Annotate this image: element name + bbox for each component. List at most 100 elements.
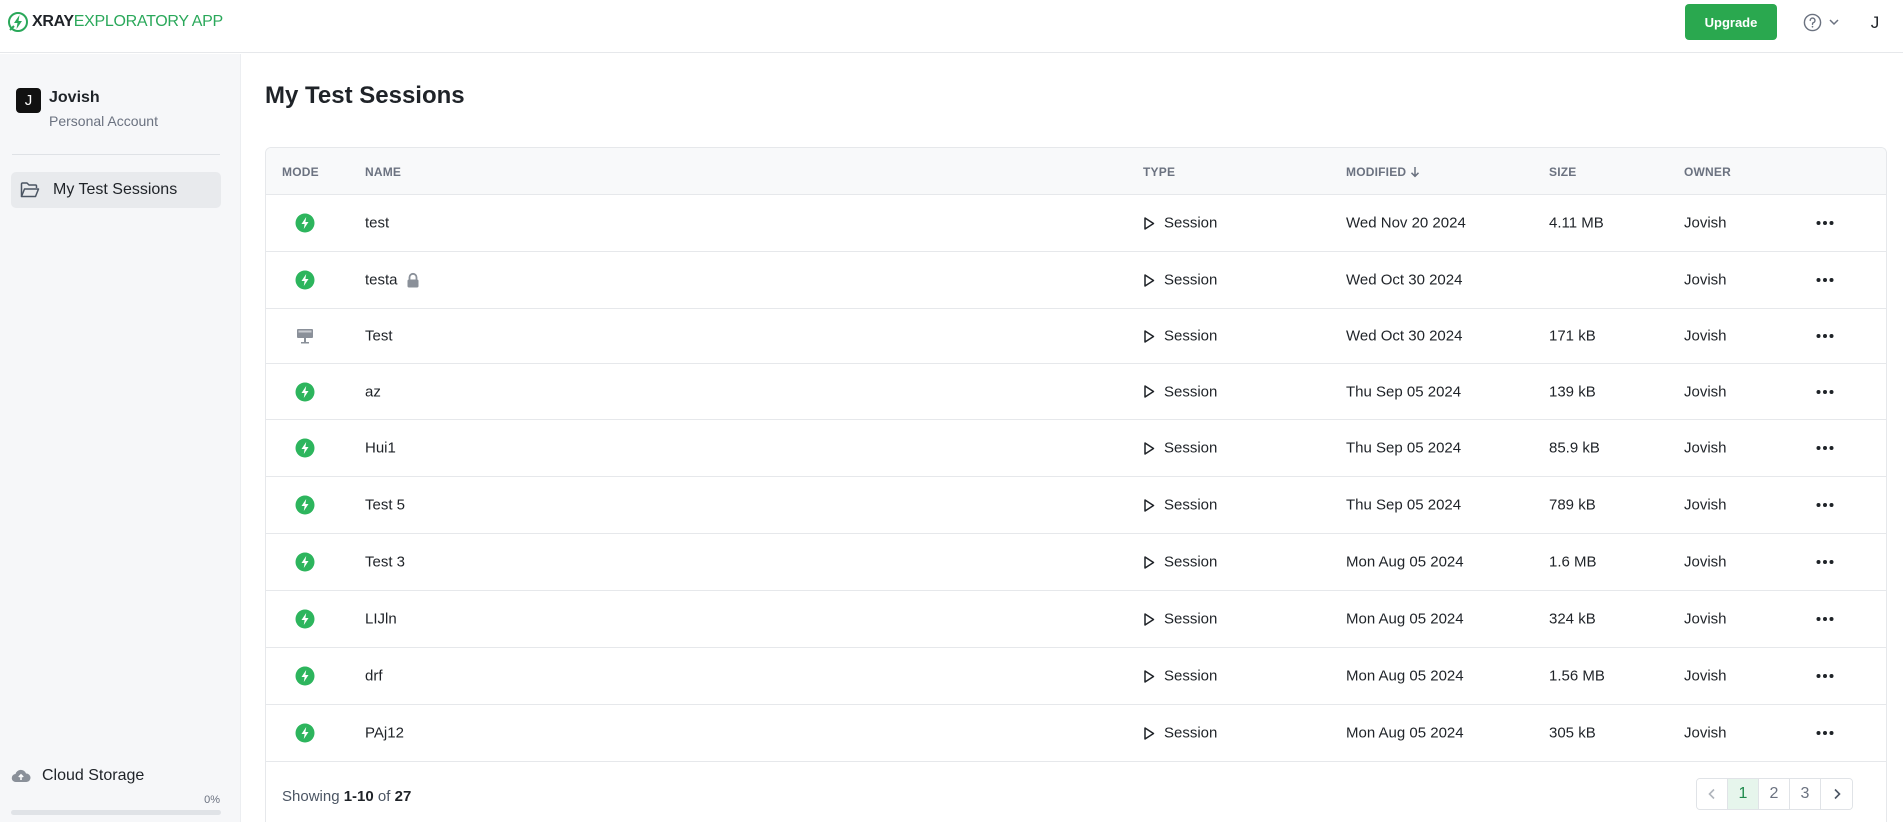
more-horizontal-icon xyxy=(1816,617,1834,621)
row-actions-button[interactable] xyxy=(1816,389,1834,395)
row-modified: Wed Oct 30 2024 xyxy=(1346,327,1463,345)
row-size: 171 kB xyxy=(1549,327,1596,345)
page-button-1[interactable]: 1 xyxy=(1728,779,1759,809)
row-name[interactable]: Test 3 xyxy=(365,554,405,571)
table-row[interactable]: Test 5 Session Thu Sep 05 2024 789 kB Jo… xyxy=(266,477,1886,534)
table-row[interactable]: testa Session Wed Oct 30 2024 Jovish xyxy=(266,252,1886,309)
row-name[interactable]: PAj12 xyxy=(365,725,404,742)
row-name[interactable]: Hui1 xyxy=(365,440,396,457)
column-header-size[interactable]: SIZE xyxy=(1549,165,1576,179)
page-button-3[interactable]: 3 xyxy=(1790,779,1821,809)
previous-page-button[interactable] xyxy=(1697,779,1728,809)
table-row[interactable]: az Session Thu Sep 05 2024 139 kB Jovish xyxy=(266,364,1886,420)
app-logo[interactable]: XRAYEXPLORATORY APP xyxy=(7,10,223,34)
next-page-button[interactable] xyxy=(1821,779,1852,809)
more-horizontal-icon xyxy=(1816,446,1834,450)
row-type: Session xyxy=(1143,328,1217,345)
lightning-mode-icon xyxy=(295,723,315,743)
row-name[interactable]: LIJln xyxy=(365,611,397,628)
sidebar: J Jovish Personal Account My Test Sessio… xyxy=(0,54,241,822)
play-icon xyxy=(1144,216,1155,230)
row-size: 1.56 MB xyxy=(1549,667,1605,685)
row-size: 1.6 MB xyxy=(1549,553,1597,571)
row-owner: Jovish xyxy=(1684,553,1727,571)
pagination: 123 xyxy=(1696,778,1853,810)
table-row[interactable]: Test 3 Session Mon Aug 05 2024 1.6 MB Jo… xyxy=(266,534,1886,591)
row-type: Session xyxy=(1143,497,1217,514)
play-icon xyxy=(1144,555,1155,569)
column-header-modified[interactable]: MODIFIED xyxy=(1346,165,1420,179)
row-actions-button[interactable] xyxy=(1816,673,1834,679)
row-owner: Jovish xyxy=(1684,327,1727,345)
folder-open-icon xyxy=(20,182,40,198)
row-name[interactable]: test xyxy=(365,215,389,232)
row-name-text: Test xyxy=(365,327,393,345)
row-actions-button[interactable] xyxy=(1816,333,1834,339)
lightning-mode-icon xyxy=(295,552,315,572)
row-name-text: drf xyxy=(365,667,383,685)
lock-icon xyxy=(407,272,419,287)
upgrade-button[interactable]: Upgrade xyxy=(1685,4,1777,40)
cloud-storage-label: Cloud Storage xyxy=(42,767,145,784)
column-header-type[interactable]: TYPE xyxy=(1143,165,1175,179)
lightning-mode-icon xyxy=(295,495,315,515)
column-header-mode[interactable]: MODE xyxy=(282,165,319,179)
account-type: Personal Account xyxy=(49,113,158,129)
row-modified: Thu Sep 05 2024 xyxy=(1346,439,1462,457)
table-row[interactable]: Hui1 Session Thu Sep 05 2024 85.9 kB Jov… xyxy=(266,420,1886,477)
row-actions-button[interactable] xyxy=(1816,616,1834,622)
more-horizontal-icon xyxy=(1816,389,1834,394)
user-avatar[interactable]: J xyxy=(1862,10,1888,36)
row-name-text: testa xyxy=(365,271,398,289)
cloud-usage-percent: 0% xyxy=(204,794,220,806)
play-icon xyxy=(1144,669,1155,683)
row-owner: Jovish xyxy=(1684,439,1727,457)
row-name[interactable]: Test xyxy=(365,328,393,345)
row-actions-button[interactable] xyxy=(1816,559,1834,565)
cloud-upload-icon xyxy=(11,769,31,783)
more-horizontal-icon xyxy=(1816,560,1834,564)
row-mode xyxy=(295,438,315,458)
row-actions-button[interactable] xyxy=(1816,220,1834,226)
table-row[interactable]: Test Session Wed Oct 30 2024 171 kB Jovi… xyxy=(266,309,1886,364)
sidebar-item-my-test-sessions[interactable]: My Test Sessions xyxy=(11,172,221,208)
row-actions-button[interactable] xyxy=(1816,730,1834,736)
table-header: MODE NAME TYPE MODIFIED SIZE OWNER xyxy=(266,148,1886,195)
more-horizontal-icon xyxy=(1816,278,1834,282)
lightning-mode-icon xyxy=(295,609,315,629)
row-actions-button[interactable] xyxy=(1816,277,1834,283)
showing-range: 1-10 xyxy=(343,788,374,805)
row-size: 324 kB xyxy=(1549,610,1596,628)
lightning-mode-icon xyxy=(295,270,315,290)
row-name-text: Hui1 xyxy=(365,439,396,457)
row-type-text: Session xyxy=(1164,327,1218,345)
row-size: 305 kB xyxy=(1549,724,1596,742)
row-type: Session xyxy=(1143,725,1217,742)
page-button-2[interactable]: 2 xyxy=(1759,779,1790,809)
table-row[interactable]: PAj12 Session Mon Aug 05 2024 305 kB Jov… xyxy=(266,705,1886,762)
cloud-storage[interactable]: Cloud Storage xyxy=(11,767,144,785)
column-header-name[interactable]: NAME xyxy=(365,165,401,179)
table-row[interactable]: LIJln Session Mon Aug 05 2024 324 kB Jov… xyxy=(266,591,1886,648)
column-header-owner[interactable]: OWNER xyxy=(1684,165,1731,179)
table-row[interactable]: test Session Wed Nov 20 2024 4.11 MB Jov… xyxy=(266,195,1886,252)
lightning-mode-icon xyxy=(295,213,315,233)
row-owner: Jovish xyxy=(1684,383,1727,400)
row-modified: Wed Nov 20 2024 xyxy=(1346,214,1466,232)
row-actions-button[interactable] xyxy=(1816,445,1834,451)
row-type-text: Session xyxy=(1164,553,1218,571)
row-actions-button[interactable] xyxy=(1816,502,1834,508)
top-bar: XRAYEXPLORATORY APP Upgrade J xyxy=(0,0,1903,53)
row-size: 139 kB xyxy=(1549,383,1596,400)
showing-prefix: Showing xyxy=(282,788,340,805)
row-name[interactable]: az xyxy=(365,383,381,400)
help-menu[interactable] xyxy=(1803,12,1840,32)
row-name[interactable]: Test 5 xyxy=(365,497,405,514)
lightning-mode-icon xyxy=(295,382,315,401)
row-name[interactable]: drf xyxy=(365,668,383,685)
table-row[interactable]: drf Session Mon Aug 05 2024 1.56 MB Jovi… xyxy=(266,648,1886,705)
row-type: Session xyxy=(1143,383,1217,400)
showing-total: 27 xyxy=(394,788,412,805)
row-name[interactable]: testa xyxy=(365,272,420,289)
row-type: Session xyxy=(1143,215,1217,232)
